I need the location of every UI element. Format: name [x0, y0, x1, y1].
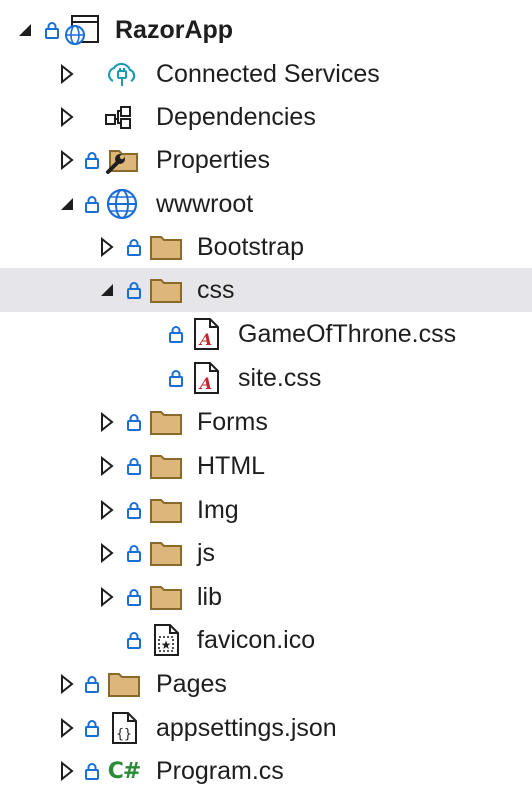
properties-folder-icon: [104, 138, 140, 182]
tree-item-js[interactable]: js: [0, 531, 532, 575]
expand-arrow-icon[interactable]: [98, 400, 116, 444]
lock-icon: [44, 8, 60, 52]
css-file-icon: A: [188, 356, 224, 400]
tree-item-html[interactable]: HTML: [0, 444, 532, 488]
tree-item-label: Connected Services: [156, 60, 380, 88]
lock-icon: [168, 312, 184, 356]
folder-icon: [148, 531, 184, 575]
expand-arrow-icon[interactable]: [58, 95, 76, 139]
lock-icon: [126, 618, 142, 662]
collapse-arrow-icon[interactable]: [16, 8, 34, 52]
tree-item-label: js: [197, 539, 216, 567]
lock-icon: [126, 268, 142, 312]
expand-arrow-icon[interactable]: [98, 575, 116, 619]
tree-item-label: favicon.ico: [197, 626, 316, 654]
svg-text:A: A: [198, 374, 212, 393]
tree-item-label: Pages: [156, 670, 227, 698]
tree-item-label: Properties: [156, 146, 270, 174]
csharp-file-icon: C#: [107, 758, 142, 784]
tree-item-site-css[interactable]: A site.css: [0, 356, 532, 400]
tree-item-label: Program.cs: [156, 757, 284, 785]
lock-icon: [84, 138, 100, 182]
solution-explorer-tree: RazorApp Connected Services Dependencies…: [0, 0, 532, 785]
lock-icon: [126, 575, 142, 619]
folder-icon: [148, 225, 184, 269]
tree-item-label: appsettings.json: [156, 714, 337, 742]
tree-item-gameofthrone-css[interactable]: A GameOfThrone.css: [0, 312, 532, 356]
expand-arrow-icon[interactable]: [58, 749, 76, 793]
lock-icon: [84, 662, 100, 706]
tree-item-label: wwwroot: [156, 190, 254, 218]
lock-icon: [126, 225, 142, 269]
tree-item-label: Bootstrap: [197, 233, 305, 261]
expand-arrow-icon[interactable]: [58, 706, 76, 750]
lock-icon: [168, 356, 184, 400]
tree-item-forms[interactable]: Forms: [0, 400, 532, 444]
tree-item-img[interactable]: Img: [0, 488, 532, 532]
expand-arrow-icon[interactable]: [98, 225, 116, 269]
svg-text:★: ★: [161, 638, 172, 652]
tree-item-label: Img: [197, 496, 239, 524]
tree-item-label: GameOfThrone.css: [238, 320, 457, 348]
lock-icon: [126, 444, 142, 488]
tree-item-lib[interactable]: lib: [0, 575, 532, 619]
collapse-arrow-icon[interactable]: [98, 268, 116, 312]
css-file-icon: A: [188, 312, 224, 356]
tree-item-favicon[interactable]: ★ favicon.ico: [0, 618, 532, 662]
tree-item-label: lib: [197, 583, 223, 611]
tree-item-bootstrap[interactable]: Bootstrap: [0, 225, 532, 269]
folder-icon: [148, 268, 184, 312]
json-file-icon: {}: [106, 706, 142, 750]
expand-arrow-icon[interactable]: [58, 52, 76, 96]
tree-item-label: css: [197, 276, 235, 304]
lock-icon: [84, 182, 100, 226]
tree-item-label: Forms: [197, 408, 268, 436]
dependencies-icon: [104, 95, 140, 139]
image-file-icon: ★: [148, 618, 184, 662]
globe-icon: [104, 182, 140, 226]
folder-icon: [148, 400, 184, 444]
expand-arrow-icon[interactable]: [58, 662, 76, 706]
tree-item-program-cs[interactable]: C# Program.cs: [0, 749, 532, 793]
folder-icon: [106, 662, 142, 706]
lock-icon: [84, 749, 100, 793]
expand-arrow-icon[interactable]: [98, 488, 116, 532]
expand-arrow-icon[interactable]: [98, 444, 116, 488]
lock-icon: [126, 488, 142, 532]
tree-item-dependencies[interactable]: Dependencies: [0, 95, 532, 139]
svg-text:A: A: [198, 330, 212, 349]
tree-item-css[interactable]: css: [0, 268, 532, 312]
folder-icon: [148, 444, 184, 488]
tree-item-label: RazorApp: [115, 16, 234, 44]
tree-item-properties[interactable]: Properties: [0, 138, 532, 182]
web-project-icon: [64, 8, 100, 52]
lock-icon: [84, 706, 100, 750]
expand-arrow-icon[interactable]: [98, 531, 116, 575]
tree-item-wwwroot[interactable]: wwwroot: [0, 182, 532, 226]
collapse-arrow-icon[interactable]: [58, 182, 76, 226]
svg-text:{}: {}: [116, 727, 132, 742]
tree-item-label: Dependencies: [156, 103, 316, 131]
folder-icon: [148, 575, 184, 619]
lock-icon: [126, 400, 142, 444]
tree-item-razorapp[interactable]: RazorApp: [0, 8, 532, 52]
tree-item-label: HTML: [197, 452, 266, 480]
folder-icon: [148, 488, 184, 532]
tree-item-appsettings-json[interactable]: {} appsettings.json: [0, 706, 532, 750]
tree-item-connected-services[interactable]: Connected Services: [0, 52, 532, 96]
connected-services-icon: [104, 52, 140, 96]
expand-arrow-icon[interactable]: [58, 138, 76, 182]
tree-item-label: site.css: [238, 364, 322, 392]
tree-item-pages[interactable]: Pages: [0, 662, 532, 706]
lock-icon: [126, 531, 142, 575]
